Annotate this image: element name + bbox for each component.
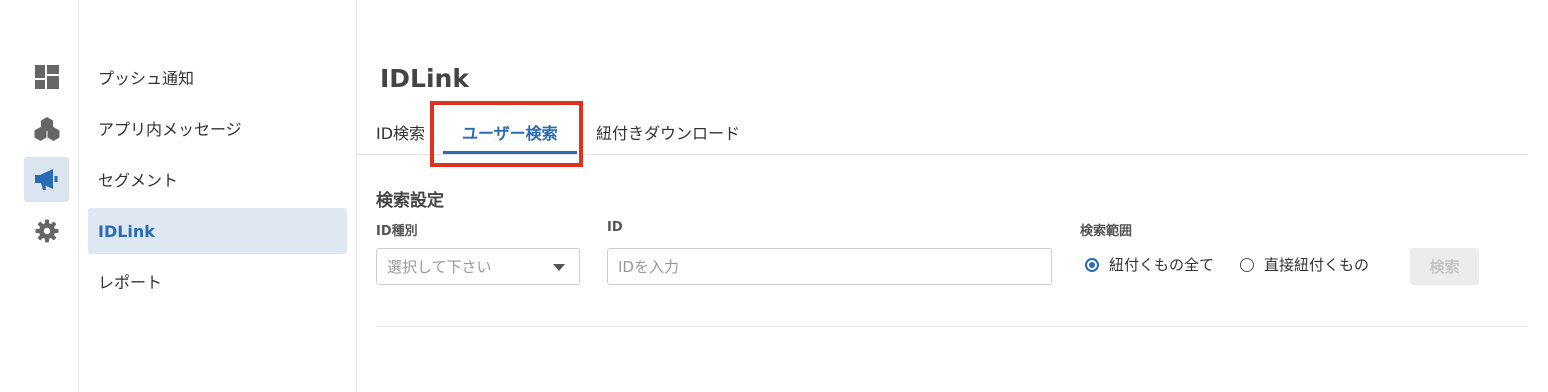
main-content: IDLink ID検索 ユーザー検索 紐付きダウンロード 検索設定 ID種別 選… <box>357 0 1528 392</box>
id-label: ID <box>607 220 623 235</box>
radio-unchecked-icon <box>1240 257 1254 272</box>
subnav-item-segment[interactable]: セグメント <box>88 156 347 202</box>
tab-link-download[interactable]: 紐付きダウンロード <box>596 120 740 144</box>
rail-item-dashboard[interactable] <box>24 54 69 99</box>
section-divider <box>376 326 1528 327</box>
subnav-item-label: セグメント <box>98 171 179 190</box>
id-type-select[interactable]: 選択して下さい <box>376 248 580 285</box>
megaphone-icon <box>34 168 59 191</box>
rail-item-objects[interactable] <box>24 106 69 151</box>
sub-navigation: プッシュ通知 アプリ内メッセージ セグメント IDLink レポート <box>79 0 357 392</box>
subnav-item-label: アプリ内メッセージ <box>98 120 242 139</box>
page-title: IDLink <box>380 64 469 93</box>
scope-option-label: 直接紐付くもの <box>1264 256 1370 274</box>
tab-user-search[interactable]: ユーザー検索 <box>462 120 558 144</box>
radio-checked-icon <box>1085 257 1099 272</box>
icon-rail <box>0 0 79 392</box>
search-scope-label: 検索範囲 <box>1080 224 1133 239</box>
scope-option-direct[interactable]: 直接紐付くもの <box>1240 254 1369 275</box>
subnav-item-report[interactable]: レポート <box>88 258 347 304</box>
gear-icon <box>35 219 59 243</box>
subnav-item-in-app-message[interactable]: アプリ内メッセージ <box>88 105 347 151</box>
rail-item-campaigns[interactable] <box>24 157 69 202</box>
subnav-item-label: レポート <box>98 273 163 292</box>
search-settings-title: 検索設定 <box>376 191 444 211</box>
tab-id-search[interactable]: ID検索 <box>376 120 425 144</box>
subnav-item-idlink[interactable]: IDLink <box>88 208 347 254</box>
subnav-item-label: プッシュ通知 <box>98 69 195 88</box>
id-input[interactable] <box>607 248 1052 285</box>
subnav-item-label: IDLink <box>98 221 155 241</box>
scope-option-label: 紐付くもの全て <box>1109 256 1215 274</box>
rail-item-settings[interactable] <box>24 208 69 253</box>
id-type-placeholder: 選択して下さい <box>387 258 492 276</box>
subnav-item-push[interactable]: プッシュ通知 <box>88 54 347 100</box>
id-type-label: ID種別 <box>376 224 418 239</box>
scope-option-all[interactable]: 紐付くもの全て <box>1085 254 1214 275</box>
dashboard-icon <box>34 64 59 89</box>
tabs-divider <box>357 154 1528 155</box>
caret-down-icon <box>553 264 565 271</box>
cubes-icon <box>34 116 60 141</box>
search-button[interactable]: 検索 <box>1410 248 1479 285</box>
